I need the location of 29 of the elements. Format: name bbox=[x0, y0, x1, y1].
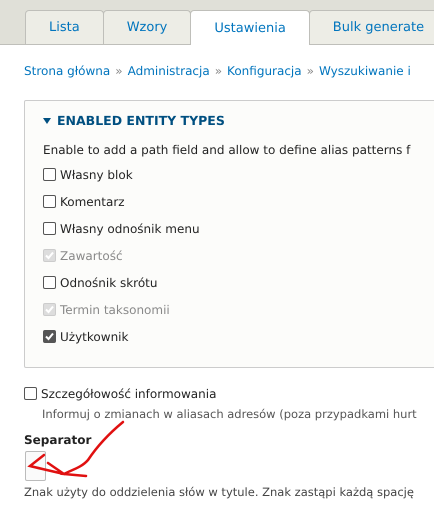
checkbox-label[interactable]: Szczegółowość informowania bbox=[41, 386, 216, 400]
field-description: Informuj o zmianach w aliasach adresów (poza przypadkami hurt bbox=[42, 407, 418, 421]
checkbox-label[interactable]: Własny blok bbox=[60, 168, 133, 182]
checkbox[interactable] bbox=[43, 330, 56, 343]
field-description: Znak użyty do oddzielenia słów w tytule. Znak zastąpi każdą spację bbox=[24, 485, 415, 499]
checkbox[interactable] bbox=[43, 195, 56, 208]
checkbox[interactable] bbox=[24, 387, 37, 400]
breadcrumb-link[interactable]: Wyszukiwanie i bbox=[318, 64, 411, 78]
checkbox-label[interactable]: Komentarz bbox=[60, 194, 125, 208]
field-label: Separator bbox=[24, 433, 92, 447]
breadcrumb-link[interactable]: Strona główna bbox=[24, 64, 110, 78]
caret-icon bbox=[43, 116, 51, 124]
checkbox-label[interactable]: Własny odnośnik menu bbox=[60, 222, 200, 236]
tab[interactable]: Wzory bbox=[102, 10, 192, 44]
breadcrumb-link[interactable]: Konfiguracja bbox=[227, 64, 302, 78]
checkbox-label[interactable]: Odnośnik skrótu bbox=[60, 276, 158, 290]
tab[interactable]: Lista bbox=[25, 10, 104, 44]
breadcrumb-separator: » bbox=[214, 64, 222, 78]
breadcrumb-separator: » bbox=[306, 64, 314, 78]
breadcrumb-separator: » bbox=[115, 64, 123, 78]
checkbox[interactable] bbox=[43, 276, 56, 289]
fieldset-toggle[interactable]: ENABLED ENTITY TYPES bbox=[43, 113, 225, 128]
checkbox-label[interactable]: Użytkownik bbox=[60, 330, 128, 344]
tab[interactable]: Ustawienia bbox=[190, 10, 310, 45]
tab[interactable]: Bulk generate bbox=[308, 10, 434, 44]
checkbox[interactable] bbox=[43, 168, 56, 181]
fieldset-description: Enable to add a path field and allow to define alias patterns f bbox=[43, 143, 412, 157]
breadcrumb-link[interactable]: Administracja bbox=[128, 64, 210, 78]
checkbox[interactable] bbox=[43, 222, 56, 235]
